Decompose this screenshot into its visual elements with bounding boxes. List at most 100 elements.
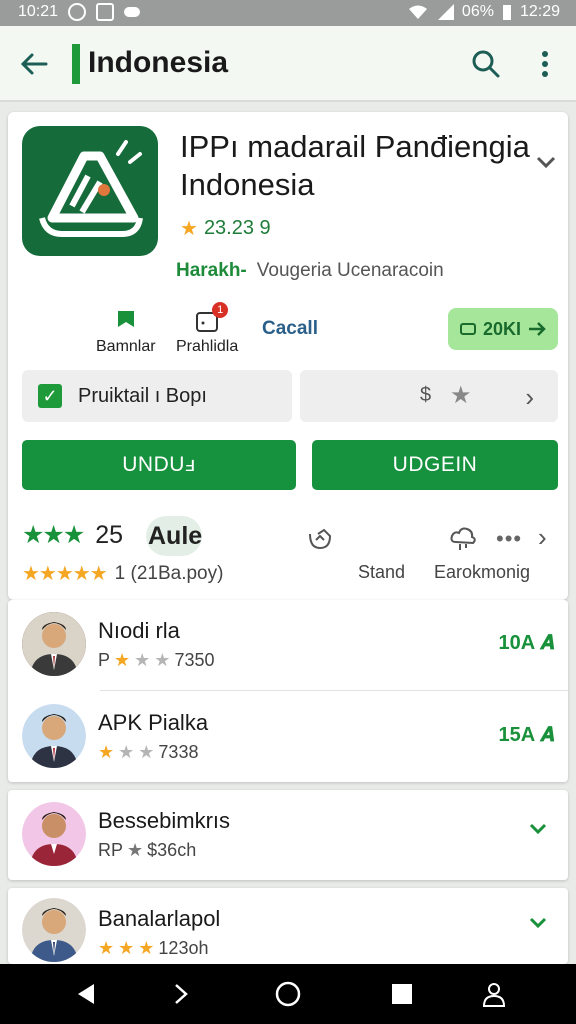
- avatar: [22, 802, 86, 866]
- option-checkbox-row[interactable]: ✓ Pruiktail ı Bopı: [22, 370, 292, 422]
- list-item-value: 7338: [158, 742, 199, 762]
- star-icon: ★: [98, 938, 115, 958]
- meta-prahlidla[interactable]: 1 Prahlidla: [176, 302, 239, 356]
- star-icon: ★: [138, 742, 155, 762]
- star-icon: ★: [98, 742, 115, 762]
- star-icon: ★: [114, 650, 131, 670]
- rating-stars-icon: ★★★: [22, 521, 85, 549]
- star-icon: ★: [180, 218, 198, 240]
- size-chip[interactable]: 20KI: [448, 308, 558, 350]
- system-nav-bar: [0, 964, 576, 1024]
- list-item-title: Banalarlapol: [98, 906, 221, 931]
- developer-name[interactable]: Harakh-: [176, 260, 247, 282]
- status-time-right: 12:29: [519, 3, 560, 20]
- list-item[interactable]: APK Pialka ★ ★ ★ 7338 15A 𝑨: [8, 692, 568, 782]
- status-bar: 10:21 06% 12:29: [0, 0, 576, 26]
- list-item-title: APK Pialka: [98, 710, 209, 735]
- list-item-value: 123oh: [158, 938, 209, 958]
- search-icon: [472, 50, 500, 78]
- wifi-icon: [408, 5, 427, 19]
- list-item-subtitle: ★ ★ ★ 123oh: [98, 938, 208, 959]
- app-rating-value: 23.23 9: [203, 217, 271, 239]
- avatar: [22, 704, 86, 768]
- list-card: Banalarlapol ★ ★ ★ 123oh: [8, 888, 568, 964]
- list-item-value: $36ch: [147, 840, 197, 860]
- star-icon: ★: [118, 938, 135, 958]
- list-item-prefix: P: [98, 650, 111, 670]
- battery-level: 06%: [461, 3, 494, 20]
- nav-home-icon[interactable]: [274, 980, 302, 1008]
- title-accent-bar: [72, 44, 80, 84]
- list-item-prefix: RP: [98, 840, 124, 860]
- more-options-button[interactable]: [530, 44, 560, 84]
- review-stars-icon: ★★★★★: [22, 563, 108, 585]
- rating-value: 25: [95, 520, 124, 549]
- flag-icon: [113, 308, 139, 334]
- cloud-icon: [124, 7, 141, 17]
- status-time-left: 10:21: [18, 3, 59, 20]
- list-item-subtitle: RP ★ $36ch: [98, 840, 196, 861]
- meta-label: Prahlidla: [176, 338, 239, 355]
- expand-button[interactable]: [534, 150, 558, 174]
- cloud-button[interactable]: [448, 522, 478, 552]
- cloud-icon: [450, 527, 476, 550]
- chevron-right-icon[interactable]: ›: [538, 522, 547, 553]
- nav-recents-icon[interactable]: [388, 980, 416, 1008]
- price-selector[interactable]: $ ★ ›: [300, 370, 558, 422]
- app-category: Vougeria Ucenaracoin: [256, 260, 444, 281]
- checkbox-checked-icon[interactable]: ✓: [38, 384, 62, 408]
- list-item-title: Nıodi rla: [98, 618, 180, 643]
- chevron-down-icon: [536, 156, 556, 169]
- size-label: 20KI: [482, 318, 522, 339]
- star-icon: ★: [138, 938, 155, 958]
- app-bar: Indonesia: [0, 26, 576, 102]
- more-vert-icon: [542, 51, 548, 77]
- page-title: Indonesia: [88, 46, 229, 79]
- app-logo-icon: [39, 140, 143, 237]
- back-button[interactable]: [14, 44, 54, 84]
- list-item[interactable]: Bessebimkrıs RP ★ $36ch: [8, 790, 568, 880]
- avatar: [22, 612, 86, 676]
- notification-icon: [68, 3, 87, 21]
- star-icon: ★: [127, 840, 144, 860]
- nav-forward-icon[interactable]: [168, 980, 196, 1008]
- share-icon: [309, 528, 332, 550]
- earok-label: Earokmonig: [434, 562, 531, 582]
- nav-back-icon[interactable]: [72, 980, 100, 1008]
- download-button[interactable]: UNDUⅎ: [22, 440, 296, 490]
- stand-label: Stand: [358, 562, 406, 582]
- share-button[interactable]: [304, 522, 334, 552]
- more-horiz-icon[interactable]: •••: [496, 526, 522, 552]
- app-rating: ★ 23.23 9: [180, 216, 271, 241]
- list-item-badge: 15A 𝑨: [498, 724, 554, 746]
- list-item[interactable]: Banalarlapol ★ ★ ★ 123oh: [8, 888, 568, 964]
- meta-bamnlar[interactable]: Bamnlar: [96, 308, 156, 356]
- chevron-down-icon[interactable]: [528, 912, 548, 938]
- auto-label[interactable]: Aule: [148, 522, 202, 551]
- list-item-subtitle: P ★ ★ ★ 7350: [98, 650, 214, 671]
- star-icon: ★: [118, 742, 135, 762]
- image-icon: [96, 3, 115, 21]
- review-summary: ★★★★★ 1 (21Ba.poy): [22, 561, 223, 586]
- developer-line: Harakh- Vougeria Ucenaracoin: [176, 260, 444, 282]
- update-button[interactable]: UDGEIN: [312, 440, 558, 490]
- list-item[interactable]: Nıodi rla P ★ ★ ★ 7350 10A 𝑨: [8, 600, 568, 690]
- chevron-down-icon[interactable]: [528, 818, 548, 844]
- app-name: IPPı madarail Panđiengia Indonesia: [180, 129, 530, 202]
- option-label: Pruiktail ı Bopı: [78, 384, 207, 407]
- star-icon: ★: [134, 650, 151, 670]
- search-button[interactable]: [466, 44, 506, 84]
- nav-account-icon[interactable]: [480, 980, 508, 1008]
- list-item-badge: 10A 𝑨: [498, 632, 554, 654]
- chevron-right-icon: ›: [525, 382, 534, 412]
- list-item-subtitle: ★ ★ ★ 7338: [98, 742, 198, 763]
- cacat-link[interactable]: Cacall: [262, 318, 318, 340]
- arrow-right-icon: [529, 322, 546, 336]
- list-item-value: 7350: [174, 650, 215, 670]
- signal-icon: [437, 4, 454, 20]
- storage-icon: [459, 323, 476, 335]
- notification-badge: 1: [212, 302, 229, 318]
- rating-summary: ★★★ 25: [22, 520, 137, 550]
- star-icon: ★: [154, 650, 171, 670]
- price-label: $: [420, 384, 432, 406]
